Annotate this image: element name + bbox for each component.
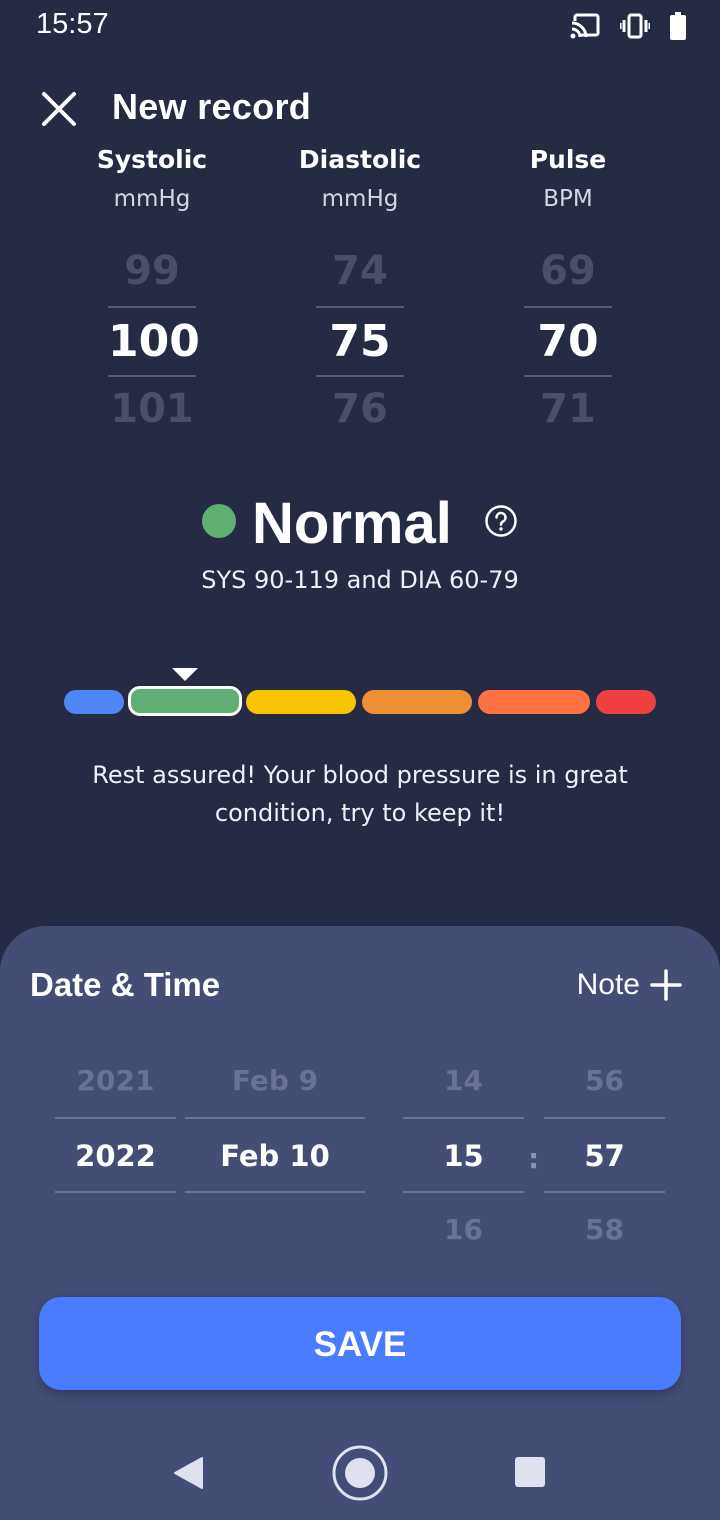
- scale-segment-elevated: [246, 690, 356, 714]
- vibrate-icon: [620, 13, 650, 39]
- year-picker[interactable]: 2021 2022: [55, 1056, 176, 1256]
- minute-prev[interactable]: 56: [544, 1064, 665, 1097]
- systolic-unit: mmHg: [113, 186, 191, 212]
- systolic-next[interactable]: 101: [108, 386, 196, 432]
- scale-segment-normal: [128, 686, 242, 716]
- scale-pointer: [172, 668, 198, 681]
- new-record-screen: 15:57 New record Systolic mmHg 99 100 10…: [0, 0, 720, 1520]
- date-picker[interactable]: Feb 9 Feb 10: [185, 1056, 365, 1256]
- cast-icon: [570, 13, 600, 39]
- picker-divider: [316, 375, 404, 377]
- diastolic-title: Diastolic: [298, 145, 422, 174]
- picker-divider: [524, 306, 612, 308]
- hour-value[interactable]: 15: [403, 1139, 524, 1173]
- picker-divider: [185, 1117, 365, 1119]
- minute-next[interactable]: 58: [544, 1213, 665, 1246]
- status-label: Normal: [252, 491, 452, 556]
- status-bar: 15:57: [0, 0, 720, 56]
- picker-divider: [544, 1191, 665, 1193]
- pulse-title: Pulse: [529, 145, 607, 174]
- status-time: 15:57: [36, 8, 109, 40]
- save-button[interactable]: SAVE: [39, 1297, 681, 1390]
- systolic-value[interactable]: 100: [108, 316, 200, 367]
- pulse-column: Pulse BPM: [468, 140, 668, 220]
- year-value[interactable]: 2022: [55, 1139, 176, 1173]
- plus-icon: [650, 969, 682, 1001]
- status-message: Rest assured! Your blood pressure is in …: [92, 761, 628, 827]
- nav-back-button[interactable]: [172, 1456, 204, 1494]
- pulse-value[interactable]: 70: [524, 316, 612, 367]
- diastolic-picker[interactable]: 74 75 76: [316, 240, 404, 440]
- picker-divider: [55, 1191, 176, 1193]
- close-button[interactable]: [36, 86, 82, 132]
- scale-segment-crisis: [596, 690, 656, 714]
- datetime-sheet: Date & Time Note 2021 2022 Feb 9 Feb 10 …: [0, 926, 720, 1520]
- pulse-unit: BPM: [543, 186, 593, 212]
- systolic-column: Systolic mmHg: [52, 140, 252, 220]
- status-row: Normal: [0, 488, 720, 564]
- picker-divider: [108, 306, 196, 308]
- year-prev[interactable]: 2021: [55, 1064, 176, 1097]
- hour-next[interactable]: 16: [403, 1213, 524, 1246]
- picker-divider: [524, 375, 612, 377]
- scale-segment-low: [64, 690, 124, 714]
- help-circle-icon[interactable]: [484, 504, 518, 538]
- pulse-picker[interactable]: 69 70 71: [524, 240, 612, 440]
- systolic-title: Systolic: [96, 145, 208, 174]
- picker-divider: [316, 306, 404, 308]
- scale-segment-stage2: [478, 690, 590, 714]
- date-value[interactable]: Feb 10: [185, 1139, 365, 1173]
- diastolic-prev[interactable]: 74: [316, 248, 404, 294]
- hour-picker[interactable]: 14 15 16: [403, 1056, 524, 1256]
- pulse-prev[interactable]: 69: [524, 248, 612, 294]
- scale-segment-stage1: [362, 690, 472, 714]
- nav-home-button[interactable]: [331, 1444, 389, 1506]
- back-triangle-icon: [174, 1457, 203, 1489]
- time-separator: :: [528, 1142, 540, 1175]
- diastolic-column: Diastolic mmHg: [260, 140, 460, 220]
- save-label: SAVE: [313, 1325, 407, 1364]
- status-range: SYS 90-119 and DIA 60-79: [201, 566, 519, 594]
- minute-picker[interactable]: 56 57 58: [544, 1056, 665, 1256]
- status-icons: [570, 12, 686, 40]
- hour-prev[interactable]: 14: [403, 1064, 524, 1097]
- datetime-title: Date & Time: [30, 966, 221, 1003]
- nav-recents-button[interactable]: [514, 1456, 546, 1492]
- status-scale: [64, 686, 656, 716]
- picker-divider: [403, 1191, 524, 1193]
- battery-icon: [670, 12, 686, 40]
- picker-divider: [544, 1117, 665, 1119]
- minute-value[interactable]: 57: [544, 1139, 665, 1173]
- diastolic-unit: mmHg: [321, 186, 399, 212]
- picker-divider: [185, 1191, 365, 1193]
- close-icon: [42, 92, 76, 126]
- recents-square-icon: [515, 1457, 545, 1487]
- home-circle-icon: [332, 1445, 388, 1501]
- diastolic-next[interactable]: 76: [316, 386, 404, 432]
- diastolic-value[interactable]: 75: [316, 316, 404, 367]
- systolic-picker[interactable]: 99 100 101: [108, 240, 200, 440]
- picker-divider: [108, 375, 196, 377]
- note-label: Note: [576, 968, 640, 1001]
- picker-divider: [403, 1117, 524, 1119]
- picker-divider: [55, 1117, 176, 1119]
- pulse-next[interactable]: 71: [524, 386, 612, 432]
- add-note-button[interactable]: Note: [577, 968, 682, 1002]
- date-prev[interactable]: Feb 9: [185, 1064, 365, 1097]
- status-dot: [202, 504, 236, 538]
- systolic-prev[interactable]: 99: [108, 248, 196, 294]
- page-title: New record: [112, 86, 312, 127]
